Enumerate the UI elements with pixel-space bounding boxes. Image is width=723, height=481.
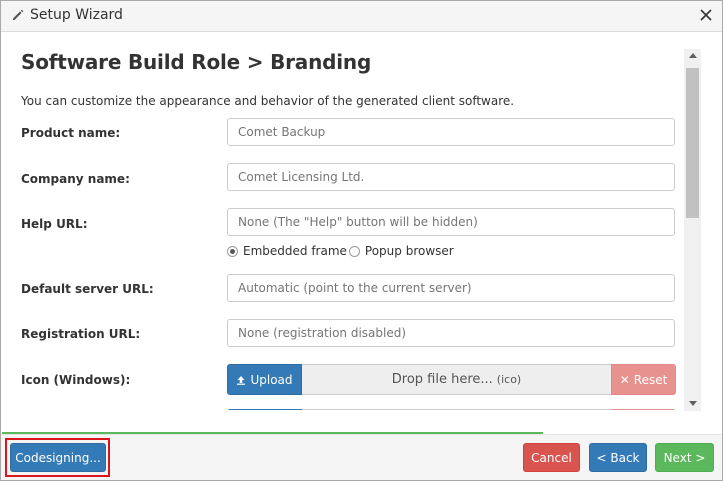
file-drop-zone[interactable]: Drop file here... (ico) xyxy=(302,364,611,395)
drop-zone-text: Drop file here... xyxy=(391,372,493,387)
popup-browser-radio[interactable] xyxy=(348,245,360,257)
wizard-content: Software Build Role > Branding You can c… xyxy=(2,34,682,410)
pencil-icon xyxy=(13,9,24,20)
company-name-label: Company name: xyxy=(21,172,130,186)
title-bar: Setup Wizard xyxy=(1,1,722,32)
default-server-url-input[interactable] xyxy=(227,274,675,302)
cancel-button[interactable]: Cancel xyxy=(523,443,580,472)
codesigning-button[interactable]: Codesigning... xyxy=(10,443,106,472)
scroll-up-arrow-icon[interactable] xyxy=(689,53,697,58)
default-server-url-label: Default server URL: xyxy=(21,282,154,296)
upload-button[interactable]: Upload xyxy=(227,364,302,395)
window-title: Setup Wizard xyxy=(30,7,123,23)
next-drop-zone-edge xyxy=(302,409,611,410)
help-url-label: Help URL: xyxy=(21,217,88,231)
upload-button-label: Upload xyxy=(250,372,293,387)
times-icon: ✕ xyxy=(619,372,630,387)
help-url-mode-group: Embedded frame Popup browser xyxy=(227,244,456,258)
scroll-down-arrow-icon[interactable] xyxy=(689,401,697,406)
company-name-input[interactable] xyxy=(227,163,675,191)
registration-url-label: Registration URL: xyxy=(21,327,141,341)
setup-wizard-window: Setup Wizard Software Build Role > Brand… xyxy=(0,0,723,481)
wizard-footer: Codesigning... Cancel < Back Next > xyxy=(1,434,722,480)
next-reset-button-edge xyxy=(611,409,676,410)
help-url-input[interactable] xyxy=(227,208,675,236)
embedded-frame-radio[interactable] xyxy=(227,245,238,257)
page-title: Software Build Role > Branding xyxy=(21,50,372,74)
reset-button-label: Reset xyxy=(633,372,668,387)
next-upload-row-partial xyxy=(227,409,676,410)
registration-url-input[interactable] xyxy=(227,319,675,347)
next-upload-button-edge xyxy=(227,409,302,410)
icon-windows-label: Icon (Windows): xyxy=(21,373,131,387)
icon-windows-upload-group: Upload Drop file here... (ico) ✕ Reset xyxy=(227,364,676,395)
vertical-scrollbar[interactable] xyxy=(684,49,701,411)
product-name-label: Product name: xyxy=(21,126,121,140)
close-icon[interactable] xyxy=(698,7,714,23)
page-description: You can customize the appearance and beh… xyxy=(21,94,515,108)
next-button[interactable]: Next > xyxy=(655,443,714,472)
back-button[interactable]: < Back xyxy=(589,443,647,472)
upload-icon xyxy=(237,375,246,385)
product-name-input[interactable] xyxy=(227,118,675,146)
drop-zone-hint: (ico) xyxy=(496,373,522,386)
scroll-thumb[interactable] xyxy=(686,68,699,218)
reset-button[interactable]: ✕ Reset xyxy=(611,364,676,395)
popup-browser-label[interactable]: Popup browser xyxy=(365,244,454,258)
embedded-frame-label[interactable]: Embedded frame xyxy=(243,244,347,258)
